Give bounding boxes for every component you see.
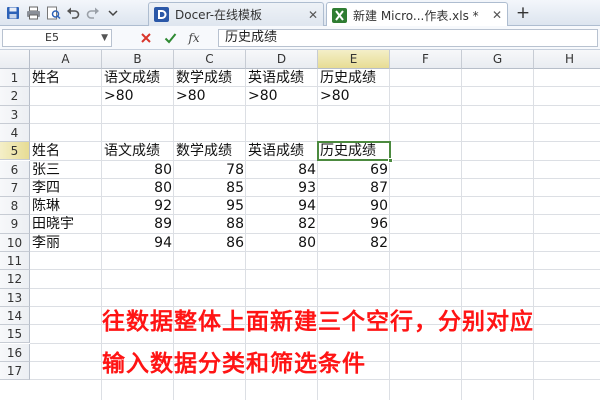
cell-d6[interactable]: 84 [248, 161, 316, 179]
row-header-3[interactable]: 3 [0, 105, 30, 124]
column-header-c[interactable]: C [174, 50, 246, 69]
cell-d8[interactable]: 94 [248, 197, 316, 215]
cell-c10[interactable]: 86 [176, 234, 244, 252]
cell-b8[interactable]: 92 [104, 197, 172, 215]
row-header-2[interactable]: 2 [0, 87, 30, 106]
cell-a7[interactable]: 李四 [32, 179, 60, 197]
new-tab-button[interactable]: + [513, 3, 533, 23]
close-icon[interactable]: ✕ [308, 8, 318, 22]
tab-docer[interactable]: Docer-在线模板 ✕ [148, 2, 324, 26]
row-header-8[interactable]: 8 [0, 197, 30, 216]
row-header-16[interactable]: 16 [0, 343, 30, 362]
cell-d5[interactable]: 英语成绩 [248, 142, 304, 160]
gridline [533, 69, 534, 400]
annotation-line-2: 输入数据分类和筛选条件 [102, 351, 366, 377]
chevron-down-icon[interactable]: ▼ [101, 30, 108, 46]
column-header-g[interactable]: G [462, 50, 534, 69]
row-header-7[interactable]: 7 [0, 178, 30, 198]
column-header-d[interactable]: D [246, 50, 318, 69]
cell-e8[interactable]: 90 [320, 197, 388, 215]
undo-icon[interactable] [64, 4, 82, 22]
row-header-10[interactable]: 10 [0, 233, 30, 252]
tab-label: 新建 Micro...作表.xls * [353, 8, 479, 23]
column-header-f[interactable]: F [390, 50, 462, 69]
cell-b9[interactable]: 89 [104, 215, 172, 233]
row-header-1[interactable]: 1 [0, 69, 30, 88]
row-header-9[interactable]: 9 [0, 215, 30, 234]
cell-e2[interactable]: >80 [320, 87, 350, 105]
cell-c8[interactable]: 95 [176, 197, 244, 215]
title-bar: Docer-在线模板 ✕ 新建 Micro...作表.xls * ✕ + [0, 0, 600, 27]
print-preview-icon[interactable] [44, 4, 62, 22]
cell-c5[interactable]: 数学成绩 [176, 142, 232, 160]
row-header-12[interactable]: 12 [0, 270, 30, 289]
formula-bar: E5 ▼ fx 历史成绩 [0, 26, 600, 50]
cell-d1[interactable]: 英语成绩 [248, 69, 304, 87]
name-box[interactable]: E5 ▼ [2, 29, 112, 47]
column-header-b[interactable]: B [102, 50, 174, 69]
fill-handle[interactable] [388, 158, 393, 164]
docer-icon [154, 7, 169, 22]
gridline [30, 379, 600, 381]
cell-b1[interactable]: 语文成绩 [104, 69, 160, 87]
excel-icon [332, 7, 347, 23]
cell-c7[interactable]: 85 [176, 179, 244, 197]
row-header-11[interactable]: 11 [0, 252, 30, 271]
cell-e6[interactable]: 69 [320, 161, 388, 179]
chevron-down-icon[interactable] [104, 4, 122, 22]
cell-d2[interactable]: >80 [248, 87, 278, 105]
cell-c9[interactable]: 88 [176, 215, 244, 233]
cell-b7[interactable]: 80 [104, 179, 172, 197]
gridline [30, 287, 600, 289]
redo-icon[interactable] [84, 4, 102, 22]
column-header-a[interactable]: A [30, 50, 102, 69]
cell-e10[interactable]: 82 [320, 234, 388, 252]
annotation-line-1: 往数据整体上面新建三个空行，分别对应 [102, 309, 534, 335]
check-icon[interactable] [162, 30, 178, 46]
cell-a10[interactable]: 李丽 [32, 234, 60, 252]
cell-e7[interactable]: 87 [320, 179, 388, 197]
active-cell-border [317, 141, 393, 164]
cell-a5[interactable]: 姓名 [32, 142, 60, 160]
gridline [461, 69, 462, 400]
cell-d9[interactable]: 82 [248, 215, 316, 233]
row-header-6[interactable]: 6 [0, 160, 30, 179]
cell-c2[interactable]: >80 [176, 87, 206, 105]
select-all-corner[interactable] [0, 50, 30, 69]
close-icon[interactable]: ✕ [492, 8, 502, 22]
column-header-h[interactable]: H [534, 50, 600, 69]
cell-b6[interactable]: 80 [104, 161, 172, 179]
gridline [30, 122, 600, 124]
column-header-e[interactable]: E [318, 50, 390, 69]
gridline [30, 269, 600, 271]
cell-b2[interactable]: >80 [104, 87, 134, 105]
row-header-14[interactable]: 14 [0, 306, 30, 326]
row-header-17[interactable]: 17 [0, 361, 30, 381]
cell-b5[interactable]: 语文成绩 [104, 142, 160, 160]
cell-a6[interactable]: 张三 [32, 161, 60, 179]
cell-reference: E5 [45, 31, 59, 44]
tab-workbook[interactable]: 新建 Micro...作表.xls * ✕ [326, 2, 508, 27]
cell-c6[interactable]: 78 [176, 161, 244, 179]
formula-input[interactable]: 历史成绩 [218, 29, 598, 47]
cross-icon[interactable] [138, 30, 154, 46]
cell-a8[interactable]: 陈琳 [32, 197, 60, 215]
row-header-15[interactable]: 15 [0, 325, 30, 344]
row-header-13[interactable]: 13 [0, 288, 30, 307]
print-icon[interactable] [24, 4, 42, 22]
cell-e9[interactable]: 96 [320, 215, 388, 233]
cell-a1[interactable]: 姓名 [32, 69, 60, 87]
gridline [389, 69, 390, 400]
row-header-4[interactable]: 4 [0, 123, 30, 143]
cell-b10[interactable]: 94 [104, 234, 172, 252]
cell-d7[interactable]: 93 [248, 179, 316, 197]
cell-e1[interactable]: 历史成绩 [320, 69, 376, 87]
row-header-5[interactable]: 5 [0, 142, 30, 161]
cell-d10[interactable]: 80 [248, 234, 316, 252]
fx-icon[interactable]: fx [186, 30, 202, 46]
cell-a9[interactable]: 田晓宇 [32, 215, 74, 233]
save-icon[interactable] [4, 4, 22, 22]
tab-label: Docer-在线模板 [175, 8, 263, 22]
cell-c1[interactable]: 数学成绩 [176, 69, 232, 87]
